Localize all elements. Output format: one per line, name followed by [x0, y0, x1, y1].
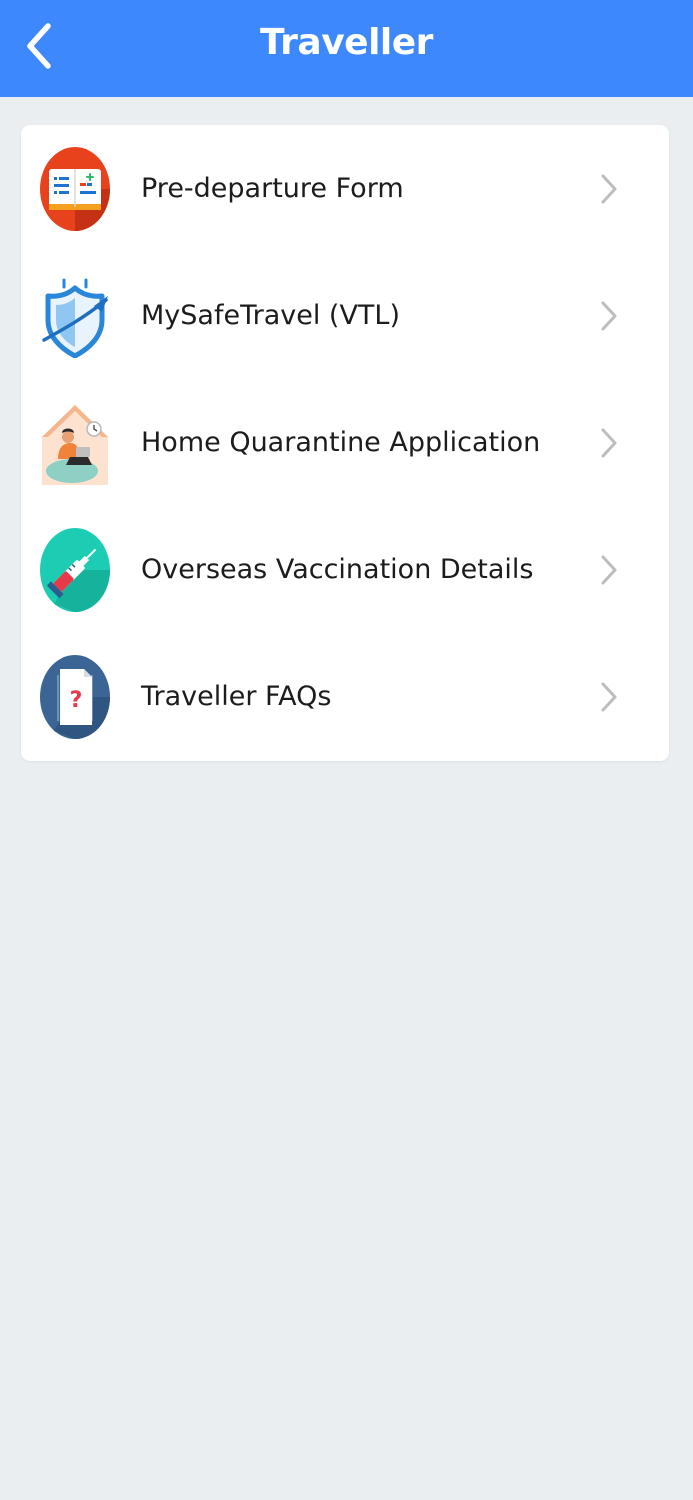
menu-item-label: Overseas Vaccination Details — [141, 554, 534, 585]
menu-item-traveller-faqs[interactable]: ? Traveller FAQs — [21, 633, 669, 760]
chevron-right-icon — [601, 301, 617, 331]
chevron-right-icon — [601, 428, 617, 458]
menu-item-pre-departure-form[interactable]: Pre-departure Form — [21, 125, 669, 252]
menu-item-label: Home Quarantine Application — [141, 427, 541, 458]
svg-text:?: ? — [70, 688, 83, 713]
menu-card: Pre-departure Form MySafeTravel (VTL) Ho… — [21, 125, 669, 761]
menu-item-label: MySafeTravel (VTL) — [141, 300, 400, 331]
form-icon — [40, 147, 110, 231]
menu-item-home-quarantine[interactable]: Home Quarantine Application — [21, 379, 669, 506]
menu-item-overseas-vaccination[interactable]: Overseas Vaccination Details — [21, 506, 669, 633]
faq-document-icon: ? — [40, 655, 110, 739]
page-title: Traveller — [260, 22, 433, 63]
chevron-right-icon — [601, 555, 617, 585]
menu-item-label: Pre-departure Form — [141, 173, 404, 204]
syringe-icon — [40, 528, 110, 612]
app-header: Traveller — [0, 0, 693, 97]
chevron-right-icon — [601, 682, 617, 712]
shield-plane-icon — [42, 278, 108, 358]
chevron-right-icon — [601, 174, 617, 204]
menu-item-mysafetravel[interactable]: MySafeTravel (VTL) — [21, 252, 669, 379]
home-quarantine-icon — [42, 405, 108, 485]
menu-item-label: Traveller FAQs — [141, 681, 332, 712]
